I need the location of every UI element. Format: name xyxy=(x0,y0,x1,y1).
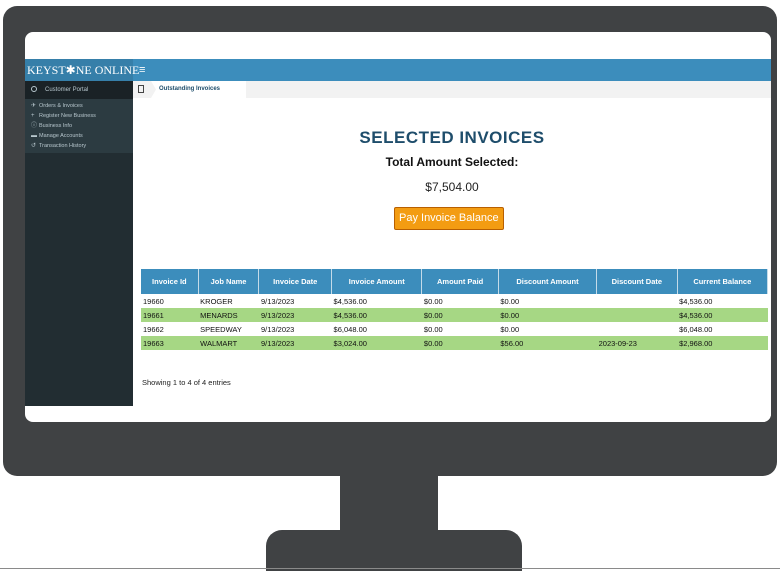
table-row[interactable]: 19662 SPEEDWAY 9/13/2023 $6,048.00 $0.00… xyxy=(141,322,768,336)
sidebar-menu: ✈ Orders & Invoices + Register New Busines… xyxy=(25,99,133,153)
sidebar-item-business-info[interactable]: ⓘ Business Info xyxy=(25,121,133,131)
table-cell: $0.00 xyxy=(498,308,597,322)
table-cell: 9/13/2023 xyxy=(260,296,295,306)
sidebar-item-transaction-history[interactable]: ↺ Transaction History xyxy=(25,141,133,151)
app-topbar: KEYST✱NE ONLINE ≡ xyxy=(25,59,771,81)
total-amount-label: Total Amount Selected: xyxy=(385,155,519,169)
column-header[interactable]: Invoice Amount xyxy=(331,269,423,294)
table-cell: 19662 xyxy=(143,324,164,334)
table-cell: $0.00 xyxy=(421,308,499,322)
sidebar-item-register-new-business[interactable]: + Register New Business xyxy=(25,111,133,121)
circle-icon xyxy=(31,86,37,93)
sidebar-item-label: Manage Accounts xyxy=(39,133,83,139)
table-cell: $0.00 xyxy=(423,296,443,306)
table-cell: $6,048.00 xyxy=(679,324,713,334)
table-cell: $4,536.00 xyxy=(679,296,713,306)
sidebar-item-orders-invoices[interactable]: ✈ Orders & Invoices xyxy=(25,101,133,111)
column-header[interactable]: Discount Date xyxy=(596,269,678,294)
document-icon xyxy=(138,85,144,93)
table-cell: 9/13/2023 xyxy=(260,324,295,334)
history-icon: ↺ xyxy=(31,143,37,149)
table-cell: 9/13/2023 xyxy=(258,336,332,350)
sidebar-item-label: Register New Business xyxy=(39,113,96,119)
monitor-stand-neck xyxy=(340,476,438,536)
table-cell: $56.00 xyxy=(498,336,597,350)
table-cell: 19663 xyxy=(141,336,199,350)
card-icon: ▬ xyxy=(31,133,37,139)
table-cell: $3,024.00 xyxy=(331,336,422,350)
table-header-row: Invoice Id Job Name Invoice Date Invoice… xyxy=(141,269,769,294)
rocket-icon: ✈ xyxy=(31,103,37,109)
table-row[interactable]: 19660 KROGER 9/13/2023 $4,536.00 $0.00 $… xyxy=(141,294,768,308)
table-cell: $4,536.00 xyxy=(677,308,768,322)
column-header[interactable]: Invoice Id xyxy=(141,269,199,294)
table-cell: $0.00 xyxy=(500,296,520,306)
column-header[interactable]: Invoice Date xyxy=(258,269,333,294)
table-cell: MENARDS xyxy=(198,308,259,322)
table-cell: $4,536.00 xyxy=(331,308,422,322)
pay-invoice-balance-button[interactable]: Pay Invoice Balance xyxy=(394,207,504,230)
sidebar-item-label: Business Info xyxy=(39,123,73,129)
monitor-frame: KEYST✱NE ONLINE ≡ Customer Portal ✈ Order… xyxy=(3,6,777,476)
info-icon: ⓘ xyxy=(31,123,38,129)
table-cell: $4,536.00 xyxy=(333,296,367,306)
table-cell: $6,048.00 xyxy=(333,324,367,334)
table-cell xyxy=(597,322,677,336)
table-cell xyxy=(596,308,678,322)
table-cell xyxy=(597,294,677,308)
table-row[interactable]: 19663 WALMART 9/13/2023 $3,024.00 $0.00 … xyxy=(141,336,768,350)
total-amount-value: $7,504.00 xyxy=(425,180,479,194)
table-cell: $0.00 xyxy=(423,324,443,334)
table-cell: 9/13/2023 xyxy=(258,308,332,322)
table-cell: $0.00 xyxy=(500,324,520,334)
sidebar-item-manage-accounts[interactable]: ▬ Manage Accounts xyxy=(25,131,133,141)
column-header[interactable]: Current Balance xyxy=(677,269,769,294)
table-cell: 19661 xyxy=(141,308,199,322)
monitor-screen: KEYST✱NE ONLINE ≡ Customer Portal ✈ Order… xyxy=(25,32,771,422)
table-cell: SPEEDWAY xyxy=(200,324,242,334)
monitor-stand-base xyxy=(266,530,522,571)
main-content: SELECTED INVOICES Total Amount Selected:… xyxy=(133,98,771,422)
invoice-table: Invoice Id Job Name Invoice Date Invoice… xyxy=(141,269,769,350)
table-cell: WALMART xyxy=(198,336,259,350)
table-cell: KROGER xyxy=(200,296,233,306)
breadcrumb: Outstanding Invoices xyxy=(133,81,771,99)
table-cell: $2,968.00 xyxy=(677,336,768,350)
sidebar-item-label: Transaction History xyxy=(39,143,87,149)
table-cell: $0.00 xyxy=(421,336,499,350)
table-cell: 2023-09-23 xyxy=(596,336,678,350)
breadcrumb-outstanding-invoices[interactable]: Outstanding Invoices xyxy=(151,81,247,98)
table-info-text: Showing 1 to 4 of 4 entries xyxy=(142,378,231,387)
sidebar-header: Customer Portal xyxy=(25,81,133,99)
table-row[interactable]: 19661 MENARDS 9/13/2023 $4,536.00 $0.00 … xyxy=(141,308,768,322)
column-header[interactable]: Job Name xyxy=(198,269,260,294)
column-header[interactable]: Amount Paid xyxy=(421,269,499,294)
sidebar-header-label: Customer Portal xyxy=(45,87,89,93)
column-header[interactable]: Discount Amount xyxy=(498,269,598,294)
page-title: SELECTED INVOICES xyxy=(359,128,545,147)
sidebar: Customer Portal ✈ Orders & Invoices + Regi… xyxy=(25,81,133,406)
app-logo[interactable]: KEYST✱NE ONLINE xyxy=(25,59,139,81)
table-cell: 19660 xyxy=(143,296,164,306)
floor-line xyxy=(0,568,780,569)
menu-toggle-icon[interactable]: ≡ xyxy=(139,59,145,81)
sidebar-item-label: Orders & Invoices xyxy=(39,103,83,109)
plus-icon: + xyxy=(31,113,35,119)
